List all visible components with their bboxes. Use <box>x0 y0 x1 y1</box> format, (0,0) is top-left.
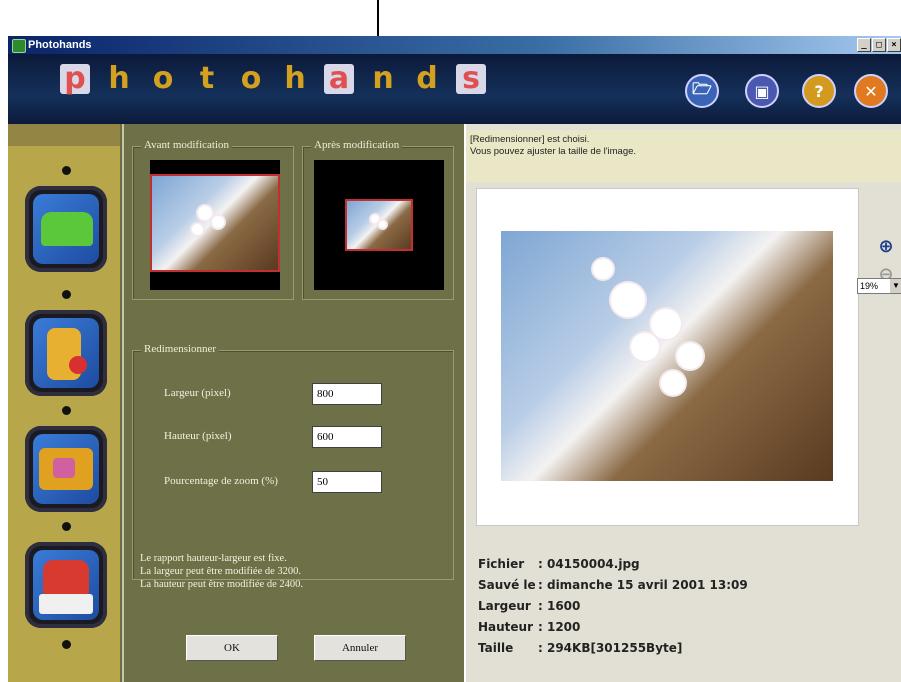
chameleon-tool-button[interactable] <box>25 186 107 272</box>
metadata-value: : 1200 <box>538 620 581 634</box>
minimize-button[interactable]: _ <box>857 38 871 52</box>
after-thumbnail <box>345 199 413 251</box>
frame-tool-button[interactable] <box>25 426 107 512</box>
logo-letter: s <box>456 64 486 94</box>
save-button[interactable]: ▣ <box>745 74 779 108</box>
metadata-row: Sauvé le: dimanche 15 avril 2001 13:09 <box>478 575 748 596</box>
width-label: Largeur (pixel) <box>164 387 231 399</box>
logo-letter: o <box>240 61 262 96</box>
logo-letter: p <box>60 64 90 94</box>
giraffe-tool-button[interactable] <box>25 310 107 396</box>
save-icon: ▣ <box>754 81 770 101</box>
zoom-percent-input[interactable]: 50 <box>312 471 382 493</box>
logo-letter: d <box>416 61 438 96</box>
banner: p h o t o h a n d s 🗁 ▣ ? ✕ <box>8 54 901 124</box>
constraint-info: Le rapport hauteur-largeur est fixe. La … <box>140 552 303 591</box>
preview-panel: [Redimensionner] est choisi. Vous pouvez… <box>464 124 901 682</box>
separator-dot <box>62 406 71 415</box>
after-label: Après modification <box>311 139 403 151</box>
app-icon <box>12 39 26 53</box>
window-controls: _ □ × <box>857 38 901 52</box>
maximize-button[interactable]: □ <box>872 38 886 52</box>
preview-image <box>501 231 833 481</box>
message-line: [Redimensionner] est choisi. <box>470 134 590 145</box>
title-bar: Photohands _ □ × <box>8 36 901 54</box>
chevron-down-icon: ▼ <box>890 279 901 293</box>
resize-group: Redimensionner <box>132 343 454 580</box>
metadata-row: Hauteur : 1200 <box>478 617 748 638</box>
before-label: Avant modification <box>141 139 233 151</box>
separator-dot <box>62 522 71 531</box>
width-input[interactable]: 800 <box>312 383 382 405</box>
metadata-value: : dimanche 15 avril 2001 13:09 <box>538 578 748 592</box>
print-tool-button[interactable] <box>25 542 107 628</box>
logo-letter: a <box>324 64 354 94</box>
separator-dot <box>62 290 71 299</box>
open-folder-icon: 🗁 <box>692 78 712 98</box>
zoom-in-icon: ⊕ <box>878 236 894 257</box>
zoom-select-value: 19% <box>860 281 879 291</box>
before-thumbnail-frame <box>150 160 280 290</box>
metadata-key: Sauvé le <box>478 578 536 592</box>
after-group: Après modification <box>302 139 454 300</box>
app-window: Photohands _ □ × p h o t o h a n d s 🗁 ▣… <box>8 36 901 682</box>
help-icon: ? <box>814 81 824 101</box>
help-button[interactable]: ? <box>802 74 836 108</box>
file-metadata: Fichier : 04150004.jpg Sauvé le: dimanche… <box>478 554 748 659</box>
giraffe-icon <box>33 318 99 388</box>
image-preview <box>476 188 859 526</box>
before-group: Avant modification <box>132 139 294 300</box>
cancel-button[interactable]: Annuler <box>314 635 406 661</box>
zoom-in-button[interactable]: ⊕ <box>874 236 898 260</box>
print-animal-icon <box>33 550 99 620</box>
metadata-value: : 04150004.jpg <box>538 557 640 571</box>
metadata-key: Largeur <box>478 599 531 613</box>
resize-group-label: Redimensionner <box>141 343 220 355</box>
info-line: Le rapport hauteur-largeur est fixe. <box>140 553 287 564</box>
metadata-value: : 294KB[301255Byte] <box>538 641 683 655</box>
zoom-select[interactable]: 19% ▼ <box>857 278 901 294</box>
close-window-button[interactable]: × <box>887 38 901 52</box>
app-logo: p h o t o h a n d s <box>60 64 486 94</box>
logo-letter: n <box>372 61 394 96</box>
info-line: La largeur peut être modifiée de 3200. <box>140 566 302 577</box>
chameleon-icon <box>33 194 99 264</box>
sidebar-top-strip <box>8 124 120 146</box>
metadata-row: Largeur : 1600 <box>478 596 748 617</box>
resize-panel: Avant modification Après modification Re… <box>122 124 464 682</box>
ok-button[interactable]: OK <box>186 635 278 661</box>
before-thumbnail <box>150 174 280 272</box>
metadata-key: Fichier <box>478 557 525 571</box>
logo-letter: t <box>199 61 215 96</box>
frame-animal-icon <box>33 434 99 504</box>
separator-dot <box>62 166 71 175</box>
zoom-percent-label: Pourcentage de zoom (%) <box>164 475 278 487</box>
tool-sidebar <box>8 124 122 682</box>
close-icon: ✕ <box>864 81 878 101</box>
metadata-key: Taille <box>478 641 514 655</box>
after-thumbnail-frame <box>314 160 444 290</box>
open-folder-button[interactable]: 🗁 <box>685 74 719 108</box>
metadata-row: Fichier : 04150004.jpg <box>478 554 748 575</box>
height-input[interactable]: 600 <box>312 426 382 448</box>
window-title: Photohands <box>28 39 92 51</box>
metadata-value: : 1600 <box>538 599 581 613</box>
separator-dot <box>62 640 71 649</box>
status-message: [Redimensionner] est choisi. Vous pouvez… <box>466 130 901 182</box>
logo-letter: h <box>284 61 306 96</box>
exit-button[interactable]: ✕ <box>854 74 888 108</box>
info-line: La hauteur peut être modifiée de 2400. <box>140 579 303 590</box>
logo-letter: o <box>152 61 174 96</box>
metadata-row: Taille : 294KB[301255Byte] <box>478 638 748 659</box>
height-label: Hauteur (pixel) <box>164 430 232 442</box>
logo-letter: h <box>108 61 130 96</box>
metadata-key: Hauteur <box>478 620 534 634</box>
message-line: Vous pouvez ajuster la taille de l'image… <box>470 146 637 157</box>
